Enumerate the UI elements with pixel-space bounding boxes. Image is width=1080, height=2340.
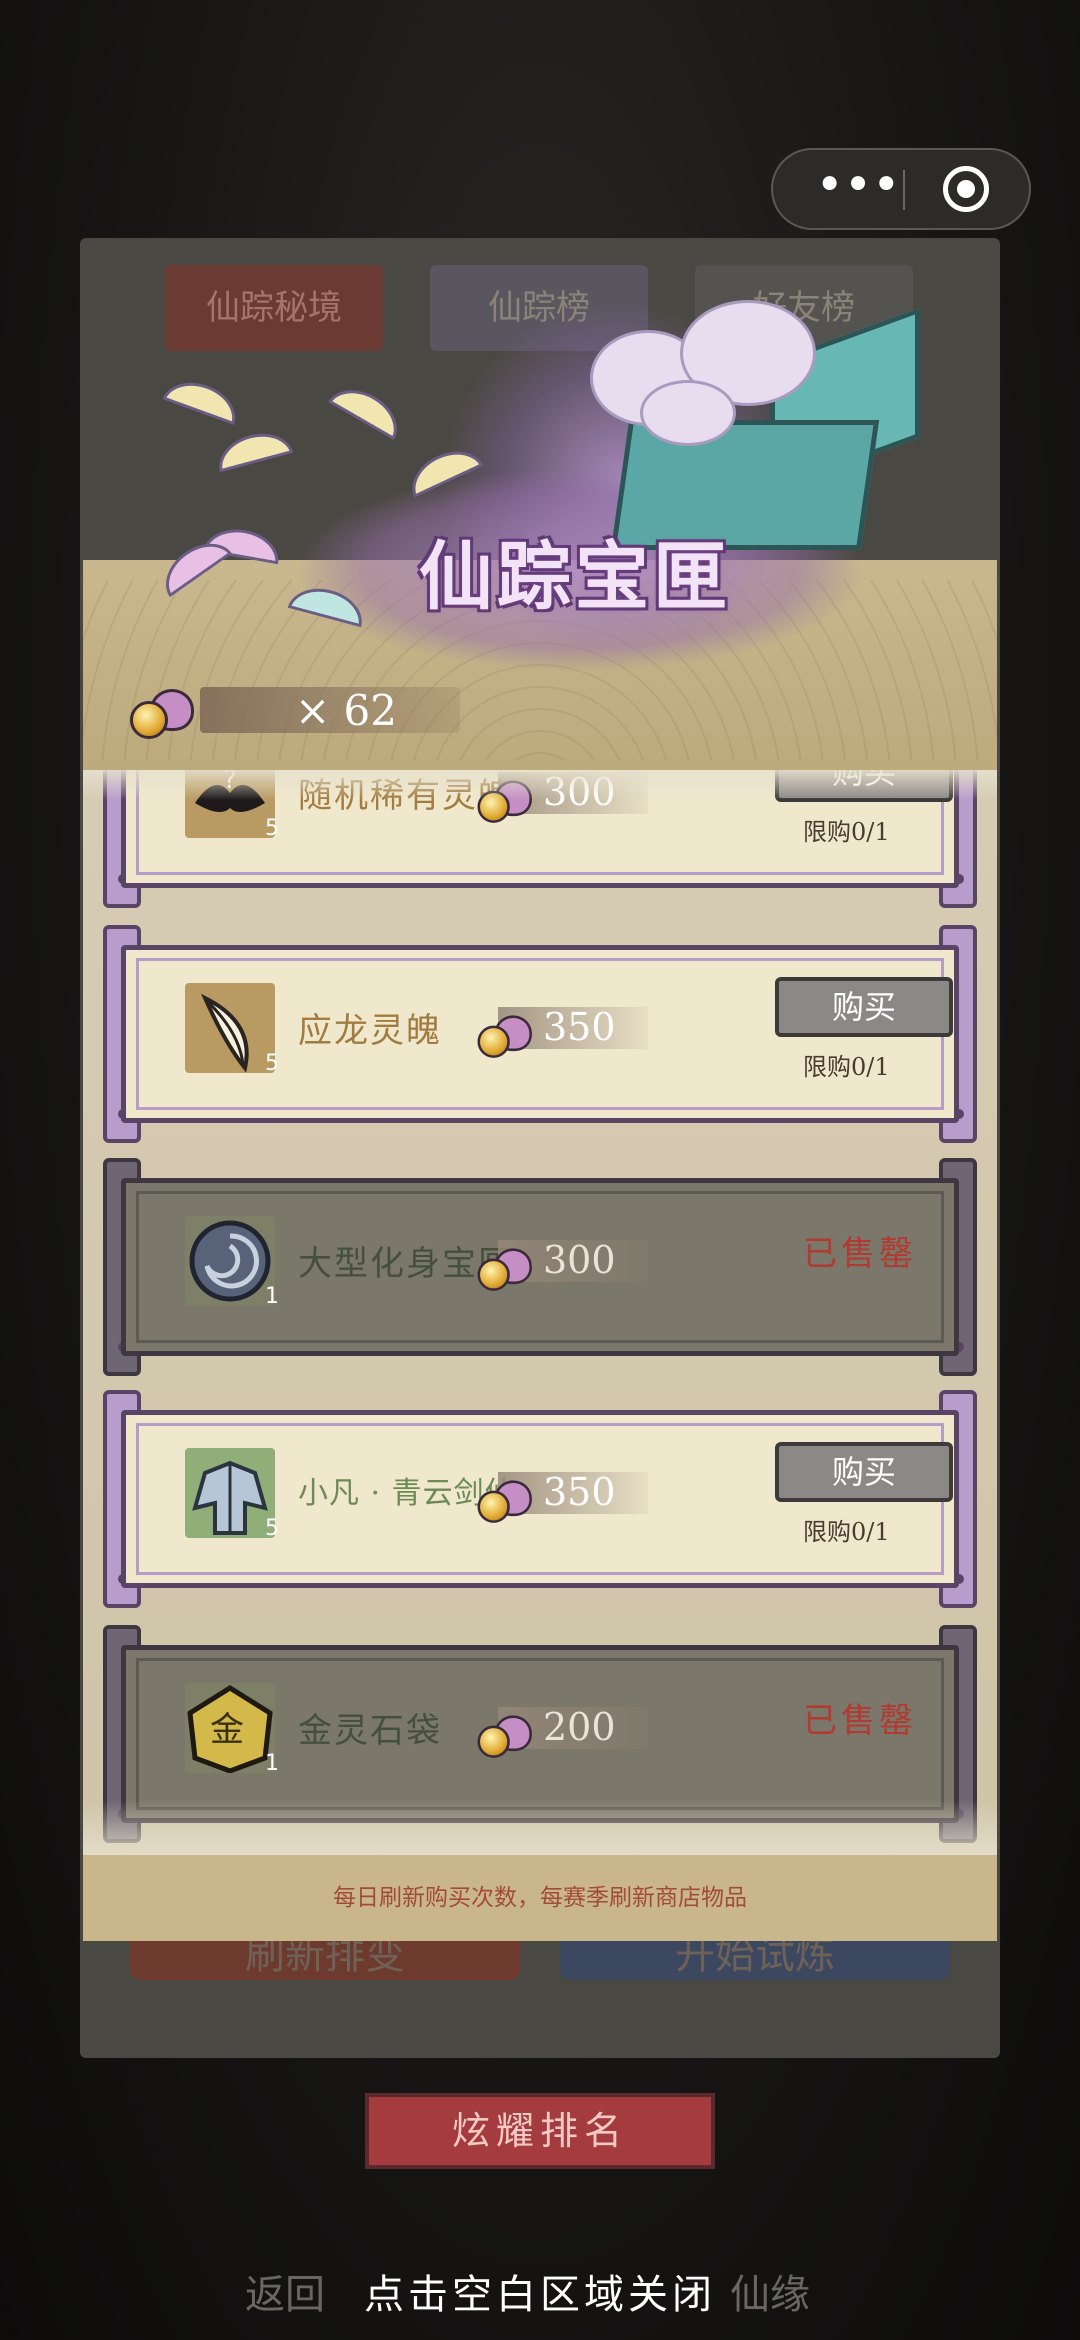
cloud-puff xyxy=(640,380,736,446)
item-name: 应龙灵魄 xyxy=(298,1011,442,1051)
list-fade-bottom xyxy=(83,1800,997,1855)
item-quantity: 1 xyxy=(265,1751,279,1776)
list-item: 5 应龙灵魄 350 购买 限购0/1 xyxy=(103,925,977,1145)
target-circle-icon[interactable] xyxy=(943,166,989,212)
item-price: 350 xyxy=(543,1470,616,1514)
list-item: 1 大型化身宝匣 300 已售罄 xyxy=(103,1158,977,1378)
spirit-pouch-icon xyxy=(130,675,194,739)
shop-item-list[interactable]: ? 5 随机稀有灵魄 300 购买 限购0/1 5 应龙灵魄 350 购买 限购… xyxy=(83,770,997,1855)
list-fade-top xyxy=(83,770,997,800)
shop-title: 仙踪宝匣 xyxy=(419,534,731,620)
item-quantity: 5 xyxy=(265,816,279,841)
capsule-divider xyxy=(903,170,905,210)
price-pouch-icon xyxy=(477,1004,532,1058)
price-pouch-icon xyxy=(477,1469,532,1523)
sold-out-label: 已售罄 xyxy=(803,1234,917,1274)
robe-icon xyxy=(185,1448,275,1538)
gold-stone-bag-icon: 金 xyxy=(185,1683,275,1774)
close-hint[interactable]: 点击空白区域关闭 xyxy=(0,2262,1080,2320)
item-quantity: 5 xyxy=(265,1516,279,1541)
item-quantity: 5 xyxy=(265,1051,279,1076)
show-rank-button[interactable]: 炫耀排名 xyxy=(365,2093,715,2169)
mini-program-capsule: ••• xyxy=(771,148,1031,230)
item-name: 金灵石袋 xyxy=(298,1711,442,1751)
more-dots-icon[interactable]: ••• xyxy=(813,150,903,228)
feather-icon xyxy=(185,983,275,1073)
tab-secret-realm: 仙踪秘境 xyxy=(165,265,383,351)
buy-button[interactable]: 购买 xyxy=(775,977,953,1037)
purchase-limit: 限购0/1 xyxy=(803,1518,890,1546)
currency-amount: × 62 xyxy=(295,686,397,735)
buy-button[interactable]: 购买 xyxy=(775,1442,953,1502)
purchase-limit: 限购0/1 xyxy=(803,1053,890,1081)
svg-text:金: 金 xyxy=(210,1710,244,1750)
currency-display: × 62 xyxy=(130,675,460,745)
item-price: 350 xyxy=(543,1005,616,1049)
item-price: 200 xyxy=(543,1705,616,1749)
sold-out-label: 已售罄 xyxy=(803,1701,917,1741)
list-item: 5 小凡 · 青云剑仙 350 购买 限购0/1 xyxy=(103,1390,977,1610)
swirl-orb-icon xyxy=(185,1216,275,1306)
purchase-limit: 限购0/1 xyxy=(803,818,890,846)
item-quantity: 1 xyxy=(265,1284,279,1309)
item-price: 300 xyxy=(543,1238,616,1282)
price-pouch-icon xyxy=(477,1704,532,1758)
shop-footer-note: 每日刷新购买次数，每赛季刷新商店物品 xyxy=(83,1855,997,1941)
price-pouch-icon xyxy=(477,1237,532,1291)
